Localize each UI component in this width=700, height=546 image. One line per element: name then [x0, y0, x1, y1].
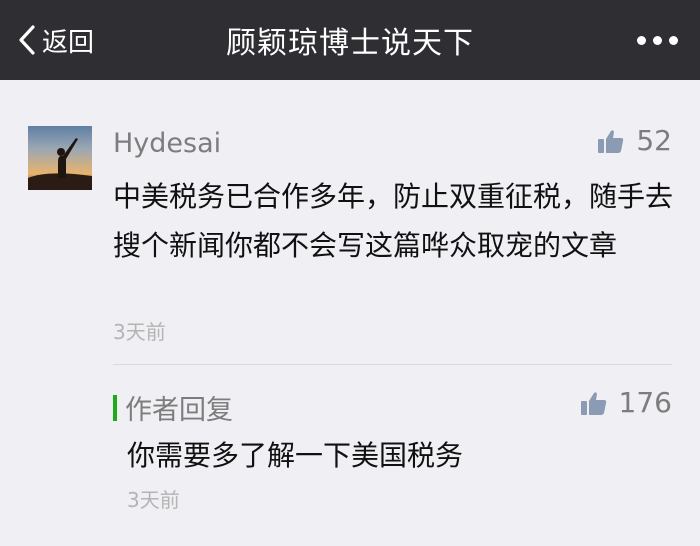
comment-time: 3天前 — [113, 320, 166, 344]
reply-like-count: 176 — [618, 386, 672, 419]
comment-username[interactable]: Hydesai — [113, 128, 221, 159]
divider — [113, 364, 672, 365]
reply-time: 3天前 — [127, 488, 180, 512]
author-reply-text-label: 作者回复 — [125, 395, 233, 426]
accent-bar — [113, 394, 117, 421]
comment-card: Hydesai 52 中美税务已合作多年，防止双重征税，随手去搜个新闻你都不会写… — [0, 80, 700, 546]
comment-like-button[interactable]: 52 — [598, 124, 672, 157]
thumbs-up-icon — [580, 391, 606, 415]
reply-like-button[interactable]: 176 — [580, 386, 672, 419]
top-navigation-bar: 返回 顾颖琼博士说天下 — [0, 0, 700, 80]
more-dots-icon[interactable] — [637, 0, 678, 80]
author-reply-label: 作者回复 — [113, 388, 233, 427]
comment-text: 中美税务已合作多年，防止双重征税，随手去搜个新闻你都不会写这篇哗众取宠的文章 — [113, 180, 674, 262]
page-title: 顾颖琼博士说天下 — [226, 26, 474, 61]
comment-like-count: 52 — [636, 124, 672, 157]
thumbs-up-icon — [598, 129, 624, 153]
reply-text: 你需要多了解一下美国税务 — [127, 439, 464, 472]
avatar[interactable] — [28, 126, 92, 190]
